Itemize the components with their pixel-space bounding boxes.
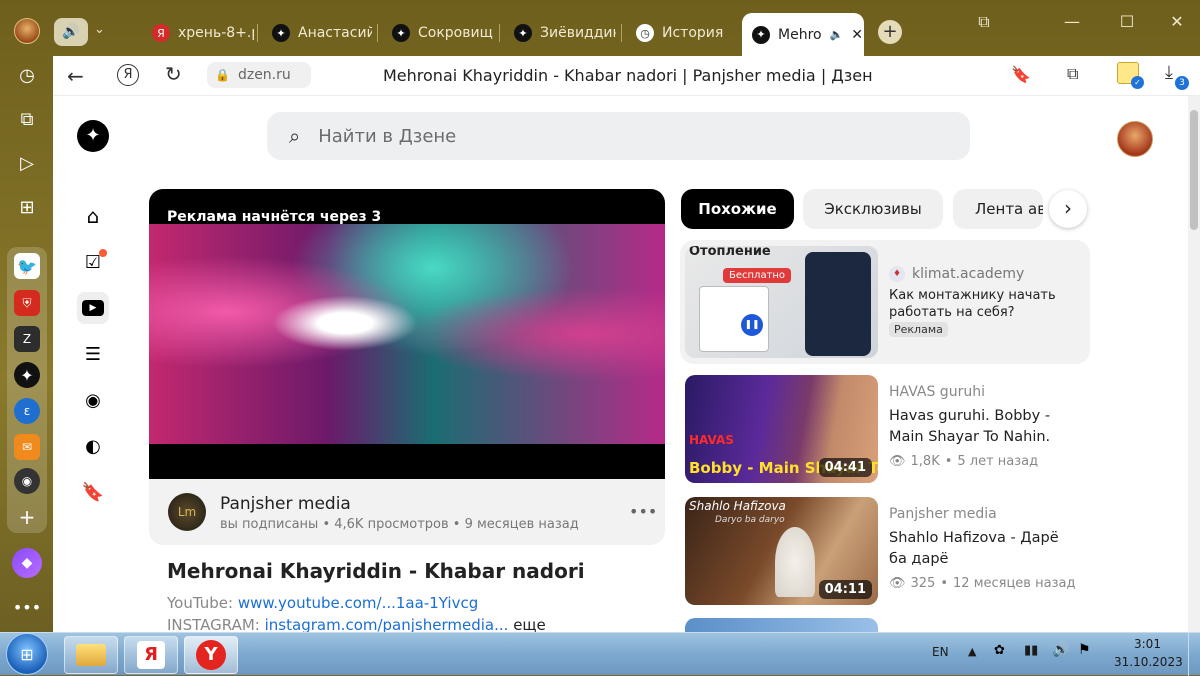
tab-5[interactable]: ◷ История [626, 14, 738, 52]
close-window-button[interactable]: ✕ [1163, 10, 1191, 34]
channel-meta: вы подписаны • 4,6K просмотров • 9 месяц… [220, 517, 579, 532]
articles-icon[interactable]: ☰ [77, 338, 109, 370]
collections-icon[interactable]: ⧉ [12, 104, 42, 134]
start-button[interactable]: ⊞ [6, 633, 48, 675]
games-icon[interactable]: ◐ [77, 430, 109, 462]
tab-1[interactable]: Я хрень-8+.р [142, 14, 254, 52]
search-icon: ⌕ [289, 124, 301, 148]
yandex-taskbar-button[interactable]: Я [124, 636, 178, 674]
clock-icon: ◷ [636, 24, 654, 42]
maximize-button[interactable]: ☐ [1113, 10, 1141, 34]
video-player[interactable]: Реклама начнётся через 3 [149, 189, 665, 479]
explorer-taskbar-button[interactable] [64, 636, 118, 674]
home-icon[interactable]: ⌂ [77, 200, 109, 232]
dzen-icon: ✦ [392, 24, 410, 42]
yandex-icon: Я [137, 641, 165, 669]
blue-app-icon[interactable]: ε [14, 398, 40, 424]
eye-icon: 👁 [889, 576, 906, 591]
dzen-logo[interactable]: ✦ [77, 120, 109, 152]
channel-avatar[interactable]: Lm [168, 493, 206, 531]
alice-icon[interactable]: ◆ [12, 548, 42, 578]
tray-expand-icon[interactable]: ▲ [968, 645, 976, 658]
video-title: Mehronai Khayriddin - Khabar nadori [167, 559, 585, 583]
tray-app-icon[interactable]: ✿ [994, 643, 1005, 658]
tab-3[interactable]: ✦ Сокровищ [382, 14, 494, 52]
video-card[interactable] [685, 618, 878, 632]
yandex-browser-taskbar-button[interactable]: Y [184, 636, 238, 674]
taskbar: ⊞ Я Y EN ▲ ✿ ▮▮ 🔊 ⚑ 3:01 31.10.2023 [0, 632, 1200, 676]
shield-app-icon[interactable]: ⛨ [14, 290, 40, 316]
avatar[interactable] [1117, 121, 1153, 157]
more-options-button[interactable]: ••• [629, 502, 657, 521]
play-icon: ❚❚ [741, 314, 763, 336]
apps-grid-icon[interactable]: ⊞ [12, 192, 42, 222]
yandex-red-icon: Я [152, 24, 170, 42]
dzen-app: ✦ ⌕ Найти в Дзене ⌂ ☑ ▶ ☰ ◉ ◐ 🔖 Реклама … [53, 56, 1188, 632]
history-icon[interactable]: ◷ [12, 60, 42, 90]
scrollbar[interactable] [1188, 96, 1200, 632]
video-nav-icon[interactable]: ▶ [77, 292, 109, 324]
video-icon[interactable]: ▷ [12, 148, 42, 178]
chip-feed[interactable]: Лента ав [953, 189, 1043, 229]
more-icon[interactable]: ••• [12, 592, 42, 622]
video-card[interactable]: Shahlo Hafizova Daryo ba daryo 04:11 Pan… [680, 496, 1090, 608]
folder-icon [76, 644, 106, 666]
tab-2[interactable]: ✦ Анастасий [262, 14, 372, 52]
clock-time[interactable]: 3:01 [1134, 637, 1161, 651]
tab-4[interactable]: ✦ Зиёвиддин [504, 14, 616, 52]
search-input[interactable]: ⌕ Найти в Дзене [267, 112, 970, 160]
z-app-icon[interactable]: Z [14, 326, 40, 352]
tab-active[interactable]: ✦ Mehro 🔈 ✕ [742, 13, 864, 56]
mail-app-icon[interactable]: ✉ [14, 434, 40, 460]
ad-card[interactable]: Отопление Бесплатно ❚❚ ♦ klimat.academy … [680, 240, 1090, 364]
ad-source-icon: ♦ [889, 266, 905, 282]
bird-app-icon[interactable]: 🐦 [14, 253, 40, 279]
chip-exclusives[interactable]: Эксклюзивы [803, 189, 943, 229]
chip-similar[interactable]: Похожие [681, 189, 794, 229]
ad-countdown: Реклама начнётся через 3 [167, 209, 382, 225]
video-thumbnail: Shahlo Hafizova Daryo ba daryo 04:11 [685, 497, 878, 605]
close-icon[interactable]: ✕ [851, 27, 863, 43]
yandex-browser-icon: Y [196, 640, 226, 670]
new-tab-button[interactable]: + [878, 20, 902, 44]
network-icon[interactable]: ▮▮ [1024, 643, 1038, 658]
ad-thumbnail: Отопление Бесплатно ❚❚ [685, 246, 878, 358]
eye-icon: 👁 [889, 454, 906, 469]
notification-dot [99, 249, 107, 257]
chips-next-button[interactable]: › [1049, 190, 1087, 228]
channel-name[interactable]: Panjsher media [220, 494, 351, 514]
bookmarks-panel-icon[interactable]: ⧉ [970, 10, 998, 34]
clock-date[interactable]: 31.10.2023 [1114, 655, 1183, 669]
profile-avatar[interactable] [14, 18, 40, 44]
dzen-app-icon[interactable]: ✦ [14, 362, 40, 388]
circle-app-icon[interactable]: ◉ [14, 468, 40, 494]
language-indicator[interactable]: EN [932, 645, 949, 659]
youtube-link[interactable]: www.youtube.com/...1aa-1Yivcg [238, 594, 478, 612]
video-frame [149, 224, 665, 444]
dzen-icon: ✦ [752, 25, 770, 44]
add-app-icon[interactable]: + [12, 502, 42, 532]
instagram-link[interactable]: instagram.com/panjshermedia... [265, 616, 509, 632]
ad-badge: Реклама [889, 322, 948, 337]
shorts-icon[interactable]: ◉ [77, 384, 109, 416]
dzen-icon: ✦ [514, 24, 532, 42]
volume-icon[interactable]: 🔊 [1052, 642, 1069, 658]
description: YouTube: www.youtube.com/...1aa-1Yivcg I… [167, 594, 546, 632]
dzen-icon: ✦ [272, 24, 290, 42]
video-card[interactable]: HAVAS Bobby - Main Shayar To 04:41 HAVAS… [680, 374, 1090, 486]
show-desktop-button[interactable] [1188, 633, 1200, 676]
minimize-button[interactable]: — [1058, 10, 1086, 34]
video-thumbnail: HAVAS Bobby - Main Shayar To 04:41 [685, 375, 878, 483]
flag-icon[interactable]: ⚑ [1078, 642, 1091, 658]
duration-badge: 04:11 [818, 580, 872, 599]
speaker-icon[interactable]: 🔈 [830, 28, 844, 41]
chevron-down-icon[interactable]: ⌄ [94, 22, 105, 37]
duration-badge: 04:41 [818, 458, 872, 477]
tab-audio-button[interactable]: 🔊 [54, 18, 88, 46]
bookmarks-nav-icon[interactable]: 🔖 [77, 476, 109, 508]
more-link[interactable]: еще [513, 616, 546, 632]
